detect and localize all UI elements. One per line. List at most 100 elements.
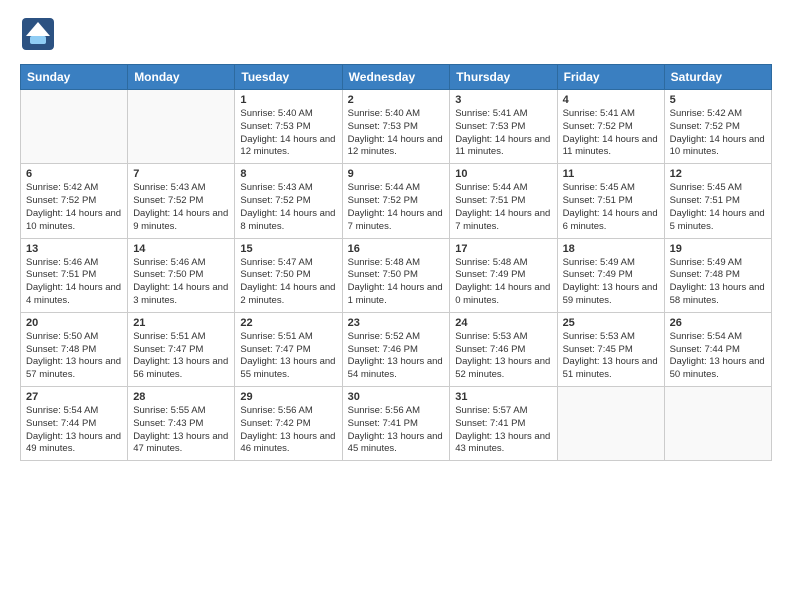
weekday-header-row: SundayMondayTuesdayWednesdayThursdayFrid… [21, 65, 772, 90]
day-number: 15 [240, 243, 336, 255]
day-number: 8 [240, 168, 336, 180]
day-number: 22 [240, 317, 336, 329]
day-number: 30 [348, 391, 445, 403]
cell-info: Sunrise: 5:43 AMSunset: 7:52 PMDaylight:… [240, 182, 336, 233]
day-number: 7 [133, 168, 229, 180]
cell-info: Sunrise: 5:40 AMSunset: 7:53 PMDaylight:… [240, 108, 336, 159]
weekday-header-cell: Tuesday [235, 65, 342, 90]
cell-info: Sunrise: 5:56 AMSunset: 7:42 PMDaylight:… [240, 405, 336, 456]
calendar-week-row: 27Sunrise: 5:54 AMSunset: 7:44 PMDayligh… [21, 387, 772, 461]
day-number: 24 [455, 317, 551, 329]
cell-info: Sunrise: 5:46 AMSunset: 7:51 PMDaylight:… [26, 257, 122, 308]
cell-info: Sunrise: 5:52 AMSunset: 7:46 PMDaylight:… [348, 331, 445, 382]
cell-info: Sunrise: 5:45 AMSunset: 7:51 PMDaylight:… [670, 182, 766, 233]
cell-info: Sunrise: 5:44 AMSunset: 7:51 PMDaylight:… [455, 182, 551, 233]
day-number: 9 [348, 168, 445, 180]
calendar-cell: 23Sunrise: 5:52 AMSunset: 7:46 PMDayligh… [342, 312, 450, 386]
calendar-cell: 18 Sunrise: 5:49 AMSunset: 7:49 PMDayligh… [557, 238, 664, 312]
calendar-week-row: 20Sunrise: 5:50 AMSunset: 7:48 PMDayligh… [21, 312, 772, 386]
weekday-header-cell: Thursday [450, 65, 557, 90]
weekday-header-cell: Sunday [21, 65, 128, 90]
cell-info: Sunrise: 5:45 AMSunset: 7:51 PMDaylight:… [563, 182, 659, 233]
calendar-body: 1 Sunrise: 5:40 AMSunset: 7:53 PMDaylight… [21, 90, 772, 461]
cell-info: Sunrise: 5:44 AMSunset: 7:52 PMDaylight:… [348, 182, 445, 233]
weekday-header-cell: Saturday [664, 65, 771, 90]
calendar-cell: 3Sunrise: 5:41 AMSunset: 7:53 PMDaylight… [450, 90, 557, 164]
day-number: 2 [348, 94, 445, 106]
day-number: 17 [455, 243, 551, 255]
cell-info: Sunrise: 5:46 AMSunset: 7:50 PMDaylight:… [133, 257, 229, 308]
cell-info: Sunrise: 5:54 AMSunset: 7:44 PMDaylight:… [26, 405, 122, 456]
calendar-cell: 25 Sunrise: 5:53 AMSunset: 7:45 PMDayligh… [557, 312, 664, 386]
day-number: 28 [133, 391, 229, 403]
day-number: 12 [670, 168, 766, 180]
calendar-cell: 27Sunrise: 5:54 AMSunset: 7:44 PMDayligh… [21, 387, 128, 461]
calendar-cell: 4 Sunrise: 5:41 AMSunset: 7:52 PMDaylight… [557, 90, 664, 164]
cell-info: Sunrise: 5:51 AMSunset: 7:47 PMDaylight:… [240, 331, 336, 382]
calendar-cell: 8 Sunrise: 5:43 AMSunset: 7:52 PMDaylight… [235, 164, 342, 238]
day-number: 16 [348, 243, 445, 255]
calendar-week-row: 13Sunrise: 5:46 AMSunset: 7:51 PMDayligh… [21, 238, 772, 312]
calendar-cell: 17 Sunrise: 5:48 AMSunset: 7:49 PMDayligh… [450, 238, 557, 312]
calendar-cell: 22 Sunrise: 5:51 AMSunset: 7:47 PMDayligh… [235, 312, 342, 386]
calendar-cell [21, 90, 128, 164]
calendar-cell: 16 Sunrise: 5:48 AMSunset: 7:50 PMDayligh… [342, 238, 450, 312]
day-number: 25 [563, 317, 659, 329]
day-number: 31 [455, 391, 551, 403]
cell-info: Sunrise: 5:51 AMSunset: 7:47 PMDaylight:… [133, 331, 229, 382]
day-number: 14 [133, 243, 229, 255]
day-number: 5 [670, 94, 766, 106]
cell-info: Sunrise: 5:48 AMSunset: 7:50 PMDaylight:… [348, 257, 445, 308]
calendar-cell [128, 90, 235, 164]
day-number: 21 [133, 317, 229, 329]
day-number: 18 [563, 243, 659, 255]
calendar-week-row: 6 Sunrise: 5:42 AMSunset: 7:52 PMDaylight… [21, 164, 772, 238]
cell-info: Sunrise: 5:43 AMSunset: 7:52 PMDaylight:… [133, 182, 229, 233]
calendar-cell: 30 Sunrise: 5:56 AMSunset: 7:41 PMDayligh… [342, 387, 450, 461]
calendar-cell: 6 Sunrise: 5:42 AMSunset: 7:52 PMDaylight… [21, 164, 128, 238]
calendar-cell: 9 Sunrise: 5:44 AMSunset: 7:52 PMDaylight… [342, 164, 450, 238]
calendar-cell: 20Sunrise: 5:50 AMSunset: 7:48 PMDayligh… [21, 312, 128, 386]
calendar-cell: 13Sunrise: 5:46 AMSunset: 7:51 PMDayligh… [21, 238, 128, 312]
calendar-cell: 12 Sunrise: 5:45 AMSunset: 7:51 PMDayligh… [664, 164, 771, 238]
calendar-cell: 29 Sunrise: 5:56 AMSunset: 7:42 PMDayligh… [235, 387, 342, 461]
day-number: 6 [26, 168, 122, 180]
cell-info: Sunrise: 5:54 AMSunset: 7:44 PMDaylight:… [670, 331, 766, 382]
cell-info: Sunrise: 5:50 AMSunset: 7:48 PMDaylight:… [26, 331, 122, 382]
calendar: SundayMondayTuesdayWednesdayThursdayFrid… [20, 64, 772, 461]
calendar-cell: 7 Sunrise: 5:43 AMSunset: 7:52 PMDaylight… [128, 164, 235, 238]
cell-info: Sunrise: 5:49 AMSunset: 7:48 PMDaylight:… [670, 257, 766, 308]
calendar-cell: 24 Sunrise: 5:53 AMSunset: 7:46 PMDayligh… [450, 312, 557, 386]
calendar-cell: 1 Sunrise: 5:40 AMSunset: 7:53 PMDaylight… [235, 90, 342, 164]
day-number: 10 [455, 168, 551, 180]
cell-info: Sunrise: 5:42 AMSunset: 7:52 PMDaylight:… [670, 108, 766, 159]
cell-info: Sunrise: 5:48 AMSunset: 7:49 PMDaylight:… [455, 257, 551, 308]
cell-info: Sunrise: 5:53 AMSunset: 7:46 PMDaylight:… [455, 331, 551, 382]
day-number: 29 [240, 391, 336, 403]
cell-info: Sunrise: 5:55 AMSunset: 7:43 PMDaylight:… [133, 405, 229, 456]
cell-info: Sunrise: 5:57 AMSunset: 7:41 PMDaylight:… [455, 405, 551, 456]
calendar-cell: 15 Sunrise: 5:47 AMSunset: 7:50 PMDayligh… [235, 238, 342, 312]
logo-icon [20, 16, 56, 52]
cell-info: Sunrise: 5:42 AMSunset: 7:52 PMDaylight:… [26, 182, 122, 233]
calendar-cell: 21 Sunrise: 5:51 AMSunset: 7:47 PMDayligh… [128, 312, 235, 386]
day-number: 3 [455, 94, 551, 106]
cell-info: Sunrise: 5:49 AMSunset: 7:49 PMDaylight:… [563, 257, 659, 308]
cell-info: Sunrise: 5:47 AMSunset: 7:50 PMDaylight:… [240, 257, 336, 308]
day-number: 4 [563, 94, 659, 106]
calendar-cell: 10 Sunrise: 5:44 AMSunset: 7:51 PMDayligh… [450, 164, 557, 238]
calendar-cell: 26Sunrise: 5:54 AMSunset: 7:44 PMDayligh… [664, 312, 771, 386]
cell-info: Sunrise: 5:41 AMSunset: 7:52 PMDaylight:… [563, 108, 659, 159]
day-number: 1 [240, 94, 336, 106]
calendar-cell: 19 Sunrise: 5:49 AMSunset: 7:48 PMDayligh… [664, 238, 771, 312]
calendar-cell: 11 Sunrise: 5:45 AMSunset: 7:51 PMDayligh… [557, 164, 664, 238]
day-number: 11 [563, 168, 659, 180]
cell-info: Sunrise: 5:56 AMSunset: 7:41 PMDaylight:… [348, 405, 445, 456]
logo [20, 16, 60, 52]
weekday-header-cell: Monday [128, 65, 235, 90]
day-number: 19 [670, 243, 766, 255]
calendar-cell: 28 Sunrise: 5:55 AMSunset: 7:43 PMDayligh… [128, 387, 235, 461]
calendar-cell: 5 Sunrise: 5:42 AMSunset: 7:52 PMDaylight… [664, 90, 771, 164]
calendar-week-row: 1 Sunrise: 5:40 AMSunset: 7:53 PMDaylight… [21, 90, 772, 164]
cell-info: Sunrise: 5:53 AMSunset: 7:45 PMDaylight:… [563, 331, 659, 382]
